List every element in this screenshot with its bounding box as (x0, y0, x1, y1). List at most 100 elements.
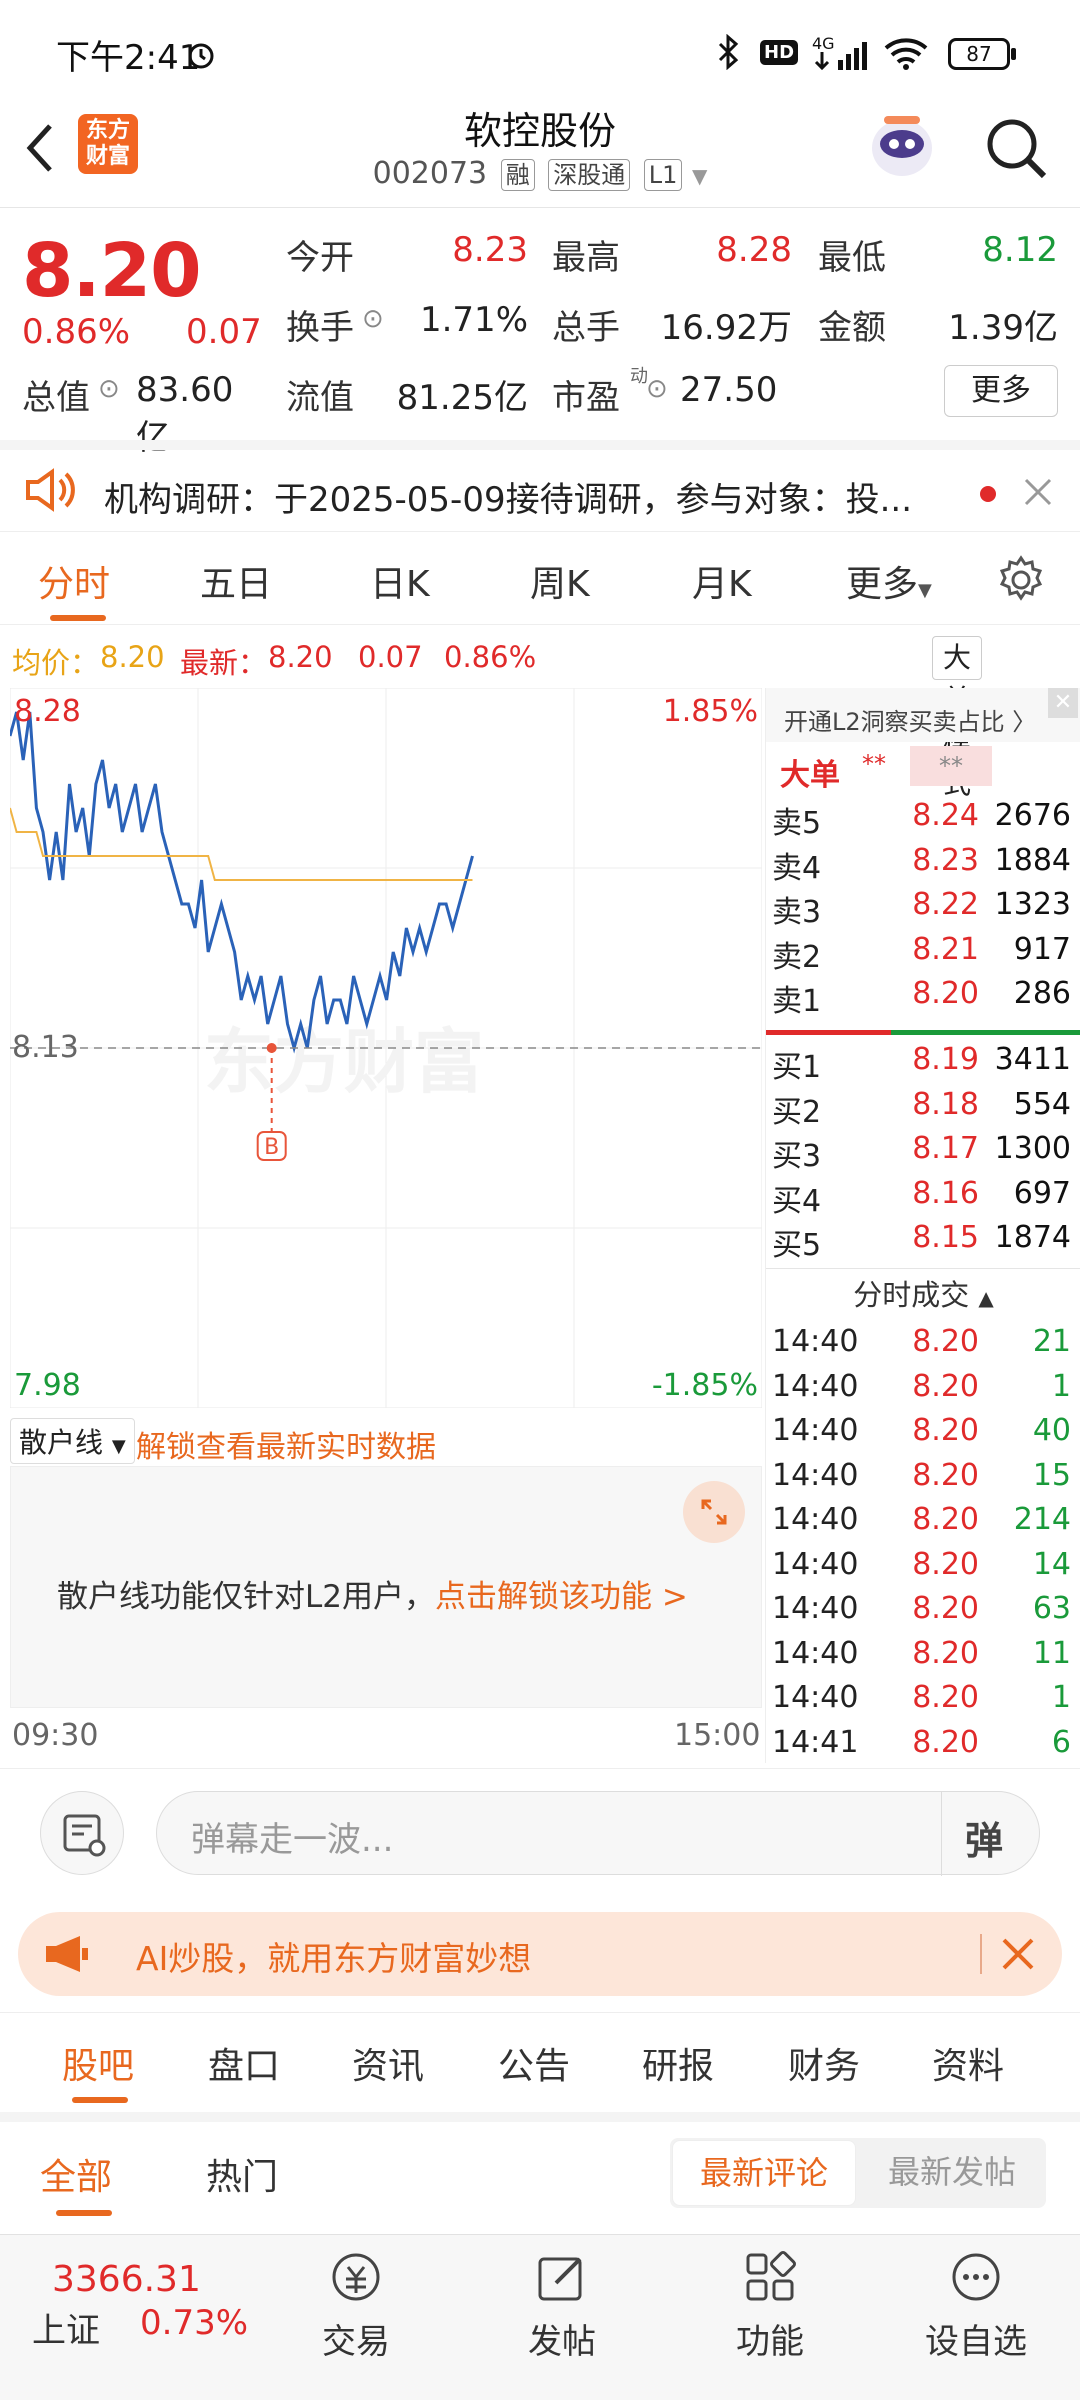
latest-change-pct: 0.86% (444, 640, 537, 674)
unlock-realtime-link[interactable]: 解锁查看最新实时数据 (136, 1422, 436, 1466)
tick-row: 14:41 8.20 6 (766, 1725, 1080, 1769)
bid-row[interactable]: 买4 8.16 697 (766, 1176, 1080, 1220)
search-icon[interactable] (982, 114, 1050, 182)
y-top-label: 8.28 (14, 694, 81, 729)
avg-value: 8.20 (100, 640, 165, 674)
select-dropdown-icon: ▼ (111, 1436, 126, 1457)
tick-row: 14:40 8.20 14 (766, 1547, 1080, 1591)
ask-volume: 2676 (994, 798, 1071, 833)
banner-close-icon[interactable]: ✕ (1048, 688, 1078, 718)
intraday-chart[interactable]: 东方财富 B 8.28 1.85% 7.98 -1.85% 8.13 (8, 687, 763, 1409)
float-cap-label: 流值 (286, 378, 354, 418)
forum-tab[interactable]: 资讯 (352, 2037, 424, 2089)
forum-tab[interactable]: 资料 (932, 2037, 1004, 2089)
ai-promo-text[interactable]: AI炒股，就用东方财富妙想 (136, 1932, 531, 1980)
filter-all[interactable]: 全部 (40, 2148, 112, 2200)
level-dropdown-icon[interactable]: ▼ (692, 164, 707, 188)
tab-more[interactable]: 更多▼ (846, 555, 932, 607)
l2-banner[interactable]: 开通L2洞察买卖占比 〉 (766, 688, 1080, 742)
danmu-list-icon[interactable] (40, 1791, 124, 1875)
ask-row[interactable]: 卖5 8.24 2676 (766, 798, 1080, 842)
nav-add-watchlist[interactable]: 设自选 (896, 2249, 1056, 2363)
float-cap-value: 81.25亿 (396, 378, 528, 418)
danmu-input[interactable]: 弹幕走一波... 弹 (156, 1791, 1040, 1876)
ai-bar-divider (980, 1934, 982, 1974)
ai-close-icon[interactable] (1000, 1936, 1036, 1972)
turnover-label: 换手 (286, 308, 354, 348)
pct-bottom-label: -1.85% (651, 1368, 758, 1403)
ticks-divider (766, 1268, 1080, 1269)
more-dropdown-icon: ▼ (918, 580, 932, 601)
ask-row[interactable]: 卖2 8.21 917 (766, 932, 1080, 976)
bid-row[interactable]: 买1 8.19 3411 (766, 1042, 1080, 1086)
forum-tab[interactable]: 财务 (788, 2037, 860, 2089)
tick-price: 8.20 (912, 1324, 979, 1359)
big-order-mode-button[interactable]: 大单模式 (932, 636, 983, 800)
tick-time: 14:40 (772, 1591, 859, 1626)
nav-post[interactable]: 发帖 (482, 2249, 642, 2363)
level-tag[interactable]: L1 (643, 159, 683, 191)
forum-tab[interactable]: 研报 (642, 2037, 714, 2089)
ask-level-label: 卖3 (772, 895, 822, 930)
settings-gear-icon[interactable] (996, 555, 1046, 605)
tick-price: 8.20 (912, 1635, 979, 1671)
ask-row[interactable]: 卖1 8.20 286 (766, 976, 1080, 1020)
bid-price: 8.19 (912, 1042, 979, 1077)
danmu-divider (941, 1792, 942, 1876)
high-value: 8.28 (716, 230, 792, 270)
tick-time: 14:40 (772, 1635, 859, 1671)
notice-bar[interactable]: 机构调研：于2025-05-09接待调研，参与对象：投... (0, 440, 1080, 532)
tab-monthly-k[interactable]: 月K (692, 555, 752, 607)
bid-row[interactable]: 买5 8.15 1874 (766, 1220, 1080, 1264)
ask-price: 8.21 (912, 931, 979, 967)
retail-unlock-link[interactable]: 点击解锁该功能 > (435, 1579, 688, 1615)
bid-row[interactable]: 买3 8.17 1300 (766, 1131, 1080, 1175)
forum-tab[interactable]: 盘口 (208, 2037, 280, 2089)
notice-text[interactable]: 机构调研：于2025-05-09接待调研，参与对象：投... (104, 472, 934, 521)
danmu-toggle-button[interactable]: 弹 (965, 1810, 1003, 1865)
bid-volume: 1300 (994, 1131, 1071, 1166)
bid-row[interactable]: 买2 8.18 554 (766, 1087, 1080, 1131)
ticks-title[interactable]: 分时成交 ▲ (766, 1272, 1080, 1314)
turnover-info-icon[interactable]: ⊙ (362, 304, 384, 334)
filter-hot[interactable]: 热门 (206, 2148, 278, 2200)
filter-all-indicator (56, 2210, 112, 2216)
tick-time: 14:40 (772, 1368, 859, 1404)
market-cap-info-icon[interactable]: ⊙ (98, 374, 120, 404)
bluetooth-icon (718, 34, 739, 70)
tab-daily-k[interactable]: 日K (370, 555, 430, 607)
bid-level-label: 买2 (772, 1094, 822, 1130)
low-label: 最低 (818, 238, 886, 278)
intraday-chart-svg[interactable]: 东方财富 B (8, 687, 763, 1409)
ai-promo-bar[interactable]: AI炒股，就用东方财富妙想 (18, 1912, 1062, 1996)
bid-level-label: 买4 (772, 1183, 822, 1219)
ask-row[interactable]: 卖3 8.22 1323 (766, 887, 1080, 931)
expand-icon[interactable] (683, 1481, 745, 1543)
index-widget[interactable]: 3366.31 上证 0.73% (30, 2259, 250, 2369)
tab-weekly-k[interactable]: 周K (530, 555, 590, 607)
nav-trade[interactable]: 交易 (276, 2249, 436, 2363)
l2-banner-text: 开通L2洞察买卖占比 〉 (784, 708, 1037, 736)
close-icon[interactable] (1022, 476, 1054, 508)
tick-volume: 63 (1032, 1591, 1071, 1626)
tab-five-day[interactable]: 五日 (200, 555, 272, 607)
chart-watermark: 东方财富 (204, 1021, 484, 1103)
bid-volume: 697 (1013, 1175, 1071, 1211)
robot-assistant-icon[interactable] (866, 108, 938, 184)
pe-info-icon[interactable]: ⊙ (646, 374, 668, 404)
retail-line-select[interactable]: 散户线 ▼ (10, 1418, 135, 1464)
open-label: 今开 (286, 238, 354, 278)
bid-level-label: 买1 (772, 1050, 822, 1085)
forum-tab[interactable]: 股吧 (62, 2037, 134, 2089)
battery-level: 87 (966, 42, 992, 66)
ask-level-label: 卖5 (772, 806, 822, 841)
more-quote-button[interactable]: 更多 (944, 365, 1058, 417)
retail-select-label: 散户线 (19, 1426, 104, 1459)
latest-value: 8.20 (268, 640, 333, 674)
nav-functions[interactable]: 功能 (690, 2249, 850, 2363)
sort-latest-comment[interactable]: 最新评论 (672, 2140, 856, 2206)
forum-tab[interactable]: 公告 (498, 2037, 570, 2089)
tab-intraday[interactable]: 分时 (38, 555, 110, 607)
ask-row[interactable]: 卖4 8.23 1884 (766, 843, 1080, 887)
sort-latest-post[interactable]: 最新发帖 (860, 2140, 1044, 2206)
